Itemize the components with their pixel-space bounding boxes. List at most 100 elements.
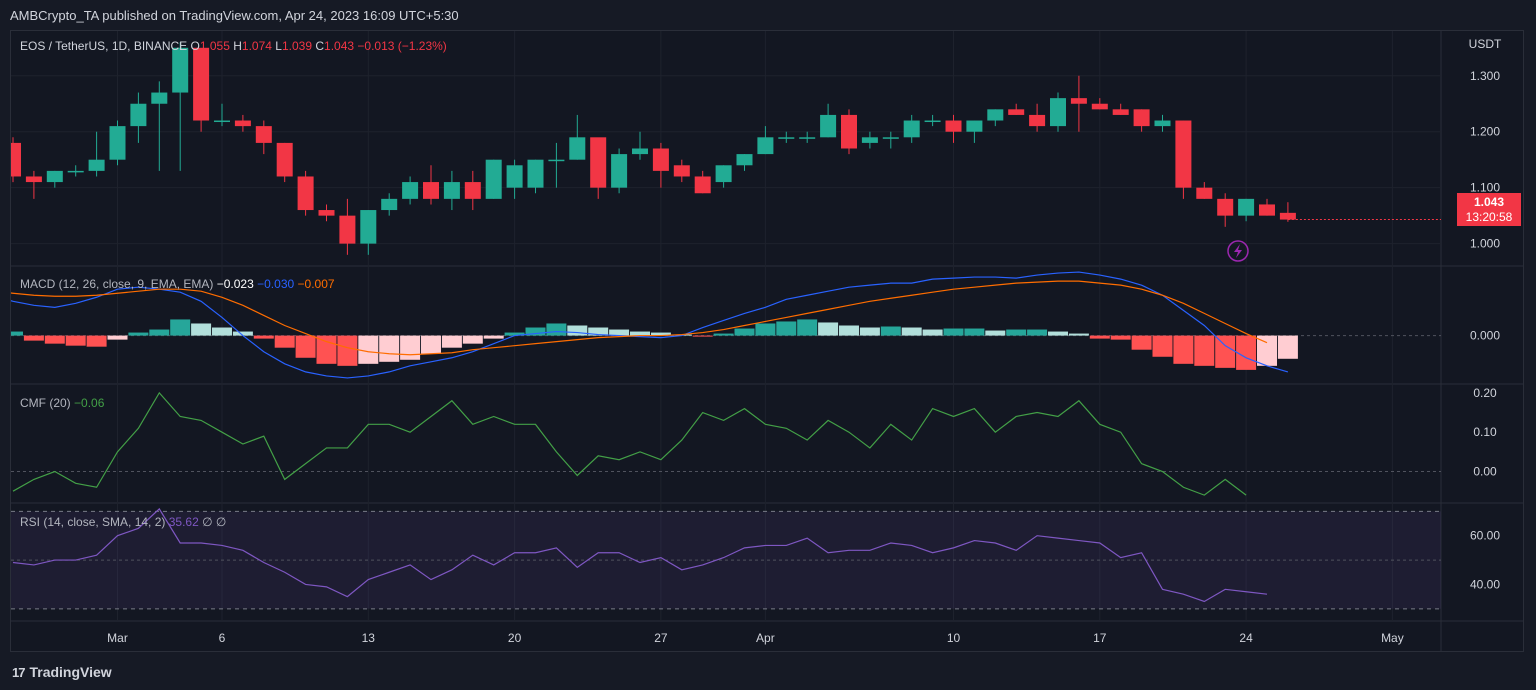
x-tick-label: 20 bbox=[508, 631, 522, 645]
change-value: −0.013 (−1.23%) bbox=[357, 39, 447, 53]
macd-histogram-bar bbox=[316, 335, 337, 364]
macd-histogram-bar bbox=[274, 335, 295, 348]
macd-histogram-bar bbox=[400, 335, 421, 360]
candle-body bbox=[924, 120, 941, 123]
publisher-text: AMBCrypto_TA published on TradingView.co… bbox=[10, 8, 459, 23]
macd-signal-value: −0.007 bbox=[297, 277, 335, 291]
low-label: L bbox=[275, 39, 282, 53]
macd-histogram-bar bbox=[1194, 335, 1215, 366]
cmf-legend: CMF (20) −0.06 bbox=[20, 396, 104, 410]
candle-body bbox=[757, 137, 774, 155]
macd-histogram-bar bbox=[65, 335, 86, 346]
open-value: 1.055 bbox=[199, 39, 230, 53]
rsi-ext1: ∅ bbox=[202, 515, 213, 529]
candle-body bbox=[46, 170, 63, 183]
macd-histogram-bar bbox=[1089, 335, 1110, 339]
macd-histogram-bar bbox=[441, 335, 462, 348]
candle-body bbox=[527, 159, 544, 188]
macd-hist-value: −0.023 bbox=[216, 277, 254, 291]
candle-body bbox=[652, 148, 669, 171]
candle-body bbox=[255, 126, 272, 143]
tradingview-logo[interactable]: 17 TradingView bbox=[12, 664, 112, 680]
chart-frame[interactable]: Mar 6 13 20 27 Apr 10 17 24 May USDT 1.300 1.200 1.10… bbox=[10, 30, 1524, 652]
macd-histogram-bar bbox=[462, 335, 483, 344]
candle-body bbox=[590, 137, 607, 188]
macd-histogram-bar bbox=[839, 325, 859, 336]
candle-body bbox=[1008, 109, 1025, 115]
macd-histogram-bar bbox=[483, 335, 504, 339]
tradingview-logo-text: TradingView bbox=[29, 664, 112, 680]
candle-body bbox=[799, 137, 816, 139]
macd-tick-label: 0.000 bbox=[1470, 329, 1500, 343]
candle-body bbox=[1238, 198, 1255, 216]
x-tick-label: 10 bbox=[947, 631, 961, 645]
candle-body bbox=[569, 137, 586, 160]
chart-canvas[interactable]: Mar 6 13 20 27 Apr 10 17 24 MayUSDT1.3001.2001.10… bbox=[11, 31, 1523, 651]
candle-body bbox=[423, 182, 439, 199]
candle-body bbox=[987, 109, 1004, 121]
candle-body bbox=[694, 176, 711, 194]
macd-histogram-bar bbox=[1215, 335, 1236, 368]
price-tick-label: 1.300 bbox=[1470, 69, 1500, 83]
candle-body bbox=[1175, 120, 1192, 188]
open-label: O bbox=[190, 39, 200, 53]
candle-body bbox=[193, 47, 210, 121]
macd-line-value: −0.030 bbox=[257, 277, 295, 291]
macd-histogram-bar bbox=[1152, 335, 1173, 357]
candle-body bbox=[1259, 204, 1275, 216]
macd-histogram-bar bbox=[630, 331, 650, 336]
x-tick-label: 13 bbox=[362, 631, 376, 645]
macd-histogram-bar bbox=[692, 335, 713, 337]
candle-body bbox=[673, 165, 690, 177]
candle-body bbox=[1029, 114, 1046, 127]
x-tick-label: 24 bbox=[1239, 631, 1253, 645]
macd-histogram-bar bbox=[734, 328, 755, 336]
candle-body bbox=[109, 126, 126, 160]
rsi-tick-label: 60.00 bbox=[1470, 529, 1500, 543]
candle-body bbox=[778, 137, 795, 139]
macd-histogram-bar bbox=[149, 329, 170, 336]
high-value: 1.074 bbox=[241, 39, 272, 53]
macd-histogram-bar bbox=[964, 328, 985, 336]
candle-body bbox=[88, 159, 105, 171]
macd-histogram-bar bbox=[985, 330, 1006, 336]
macd-histogram-bar bbox=[421, 335, 441, 354]
close-label: C bbox=[315, 39, 325, 53]
macd-histogram-bar bbox=[212, 327, 232, 336]
candle-body bbox=[1050, 98, 1066, 127]
candle-body bbox=[297, 176, 314, 211]
candle-body bbox=[611, 154, 628, 188]
rsi-name[interactable]: RSI (14, close, SMA, 14, 2) bbox=[20, 515, 165, 529]
symbol-label[interactable]: EOS / TetherUS, 1D, BINANCE bbox=[20, 39, 187, 53]
macd-histogram-bar bbox=[44, 335, 65, 344]
candle-body bbox=[485, 159, 502, 199]
cmf-tick-label: 0.10 bbox=[1473, 425, 1497, 439]
macd-histogram-bar bbox=[818, 322, 839, 336]
candle-body bbox=[318, 210, 335, 216]
rsi-legend: RSI (14, close, SMA, 14, 2) 35.62 ∅ ∅ bbox=[20, 515, 226, 529]
candle-body bbox=[841, 114, 857, 149]
x-tick-label: Mar bbox=[107, 631, 128, 645]
macd-histogram-bar bbox=[128, 332, 149, 336]
x-tick-label: 6 bbox=[219, 631, 226, 645]
candle-body bbox=[715, 165, 732, 183]
cmf-value: −0.06 bbox=[74, 396, 105, 410]
low-value: 1.039 bbox=[281, 39, 312, 53]
candle-body bbox=[234, 120, 251, 127]
cmf-name[interactable]: CMF (20) bbox=[20, 396, 71, 410]
macd-histogram-bar bbox=[567, 325, 588, 336]
tradingview-logo-icon: 17 bbox=[12, 664, 26, 680]
last-price-badge: 1.043 13:20:58 bbox=[1457, 193, 1521, 226]
candle-body bbox=[882, 137, 899, 139]
candle-body bbox=[214, 120, 230, 123]
price-tick-label: 1.200 bbox=[1470, 125, 1500, 139]
macd-histogram-bar bbox=[1110, 335, 1131, 340]
macd-name[interactable]: MACD (12, 26, close, 9, EMA, EMA) bbox=[20, 277, 213, 291]
candle-body bbox=[506, 165, 523, 188]
price-axis-unit: USDT bbox=[1469, 37, 1502, 51]
candle-body bbox=[1133, 109, 1150, 127]
candle-body bbox=[548, 159, 565, 162]
candle-body bbox=[736, 154, 753, 166]
cmf-tick-label: 0.00 bbox=[1473, 465, 1497, 479]
rsi-ext2: ∅ bbox=[215, 515, 227, 529]
